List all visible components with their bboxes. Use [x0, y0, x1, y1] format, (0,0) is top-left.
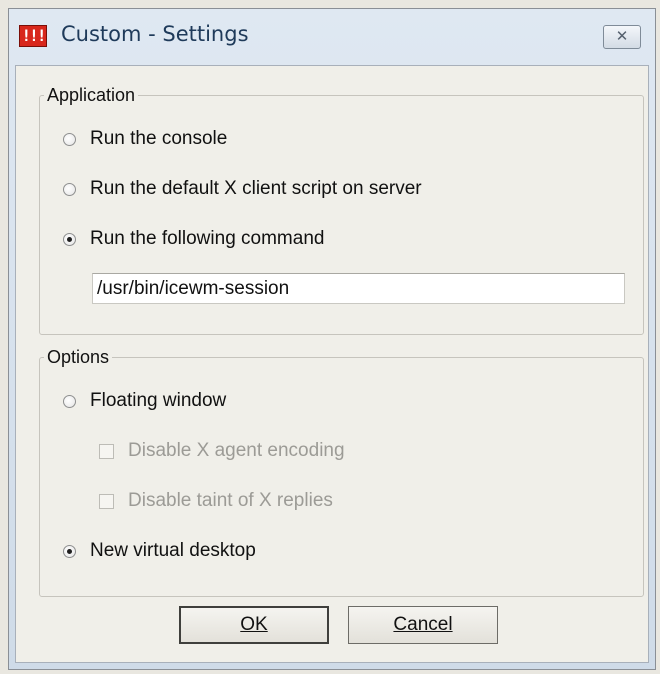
ok-button[interactable]: OK — [179, 606, 329, 644]
options-legend: Options — [47, 347, 110, 367]
checkbox-label: Disable taint of X replies — [128, 490, 333, 511]
dialog-body: Application Run the console Run the defa… — [15, 65, 649, 663]
cancel-button[interactable]: Cancel — [348, 606, 498, 644]
radio-button[interactable] — [63, 182, 76, 196]
radio-button[interactable] — [63, 394, 76, 408]
radio-floating-window[interactable]: Floating window — [63, 390, 226, 412]
radio-label: Run the following command — [90, 228, 325, 249]
radio-button[interactable] — [63, 132, 76, 146]
app-icon: !!! — [19, 25, 47, 47]
radio-run-default-script[interactable]: Run the default X client script on serve… — [63, 178, 422, 200]
checkbox[interactable] — [99, 493, 114, 509]
radio-button[interactable] — [63, 232, 76, 246]
radio-run-console[interactable]: Run the console — [63, 128, 227, 150]
radio-label: Run the default X client script on serve… — [90, 178, 422, 199]
checkbox-disable-taint[interactable]: Disable taint of X replies — [99, 490, 333, 512]
settings-dialog: !!! Custom - Settings ✕ Application Run … — [8, 8, 656, 670]
radio-run-command[interactable]: Run the following command — [63, 228, 324, 250]
checkbox-disable-agent-encoding[interactable]: Disable X agent encoding — [99, 440, 345, 462]
radio-label: New virtual desktop — [90, 540, 256, 561]
application-legend: Application — [47, 85, 136, 105]
checkbox[interactable] — [99, 443, 114, 459]
radio-button[interactable] — [63, 544, 76, 558]
radio-new-virtual-desktop[interactable]: New virtual desktop — [63, 540, 256, 562]
command-input[interactable] — [92, 273, 625, 304]
window-title: Custom - Settings — [61, 22, 249, 46]
radio-label: Floating window — [90, 390, 227, 411]
checkbox-label: Disable X agent encoding — [128, 440, 345, 461]
title-bar[interactable]: !!! Custom - Settings ✕ — [9, 9, 655, 65]
close-button[interactable]: ✕ — [603, 25, 641, 49]
radio-label: Run the console — [90, 128, 228, 149]
close-icon: ✕ — [615, 27, 629, 45]
